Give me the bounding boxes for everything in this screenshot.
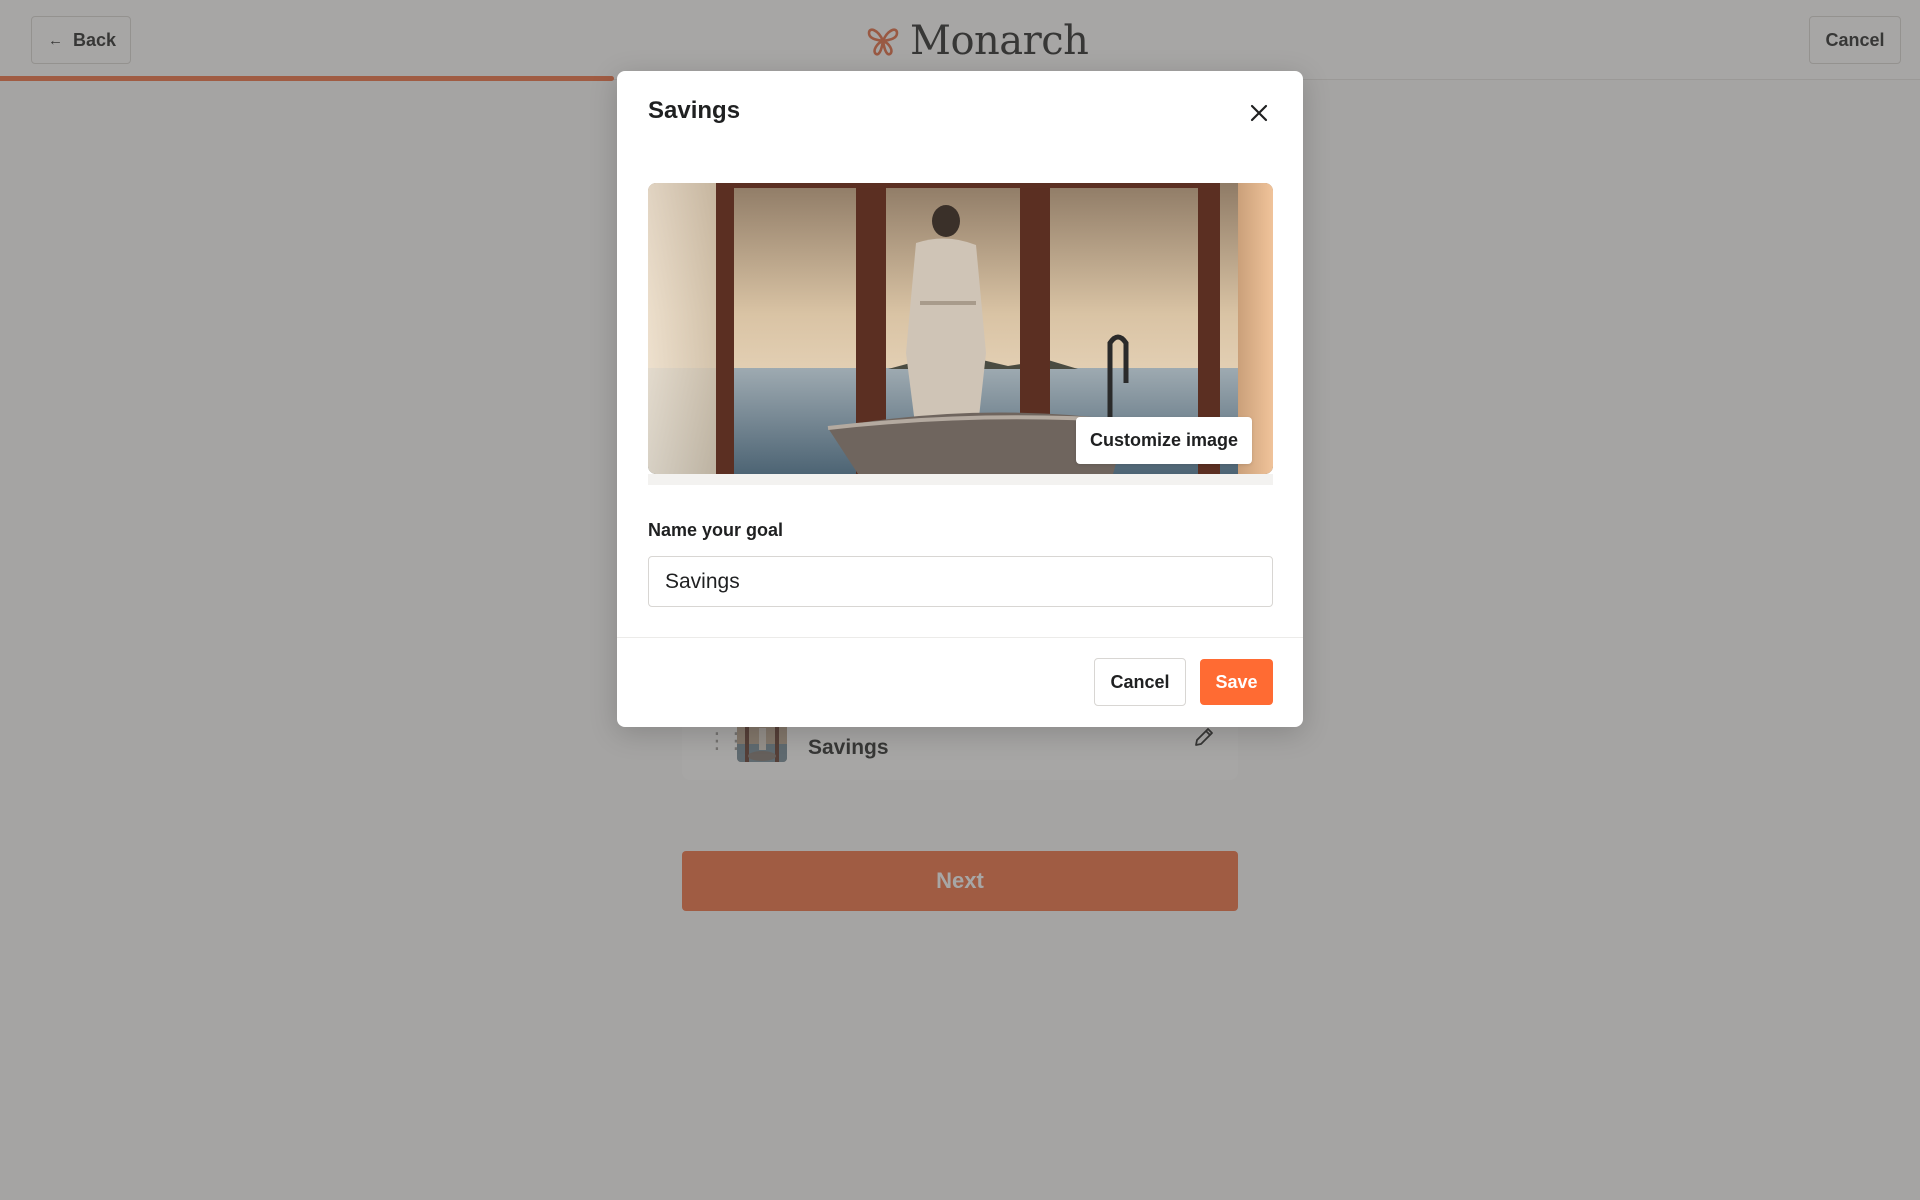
close-icon[interactable]	[1247, 101, 1271, 125]
goal-name-input[interactable]	[648, 556, 1273, 607]
image-caption-strip	[648, 474, 1273, 485]
save-button[interactable]: Save	[1200, 659, 1273, 705]
edit-goal-dialog: Savings Name your goal Savings Cancel Sa…	[617, 71, 1303, 727]
dialog-title: Savings	[648, 97, 741, 124]
dialog-divider	[617, 637, 1303, 638]
goal-name-label: Name your goal	[648, 520, 784, 540]
dialog-cancel-button[interactable]: Cancel	[1094, 658, 1186, 706]
customize-image-button[interactable]: Customize image	[1076, 417, 1252, 464]
